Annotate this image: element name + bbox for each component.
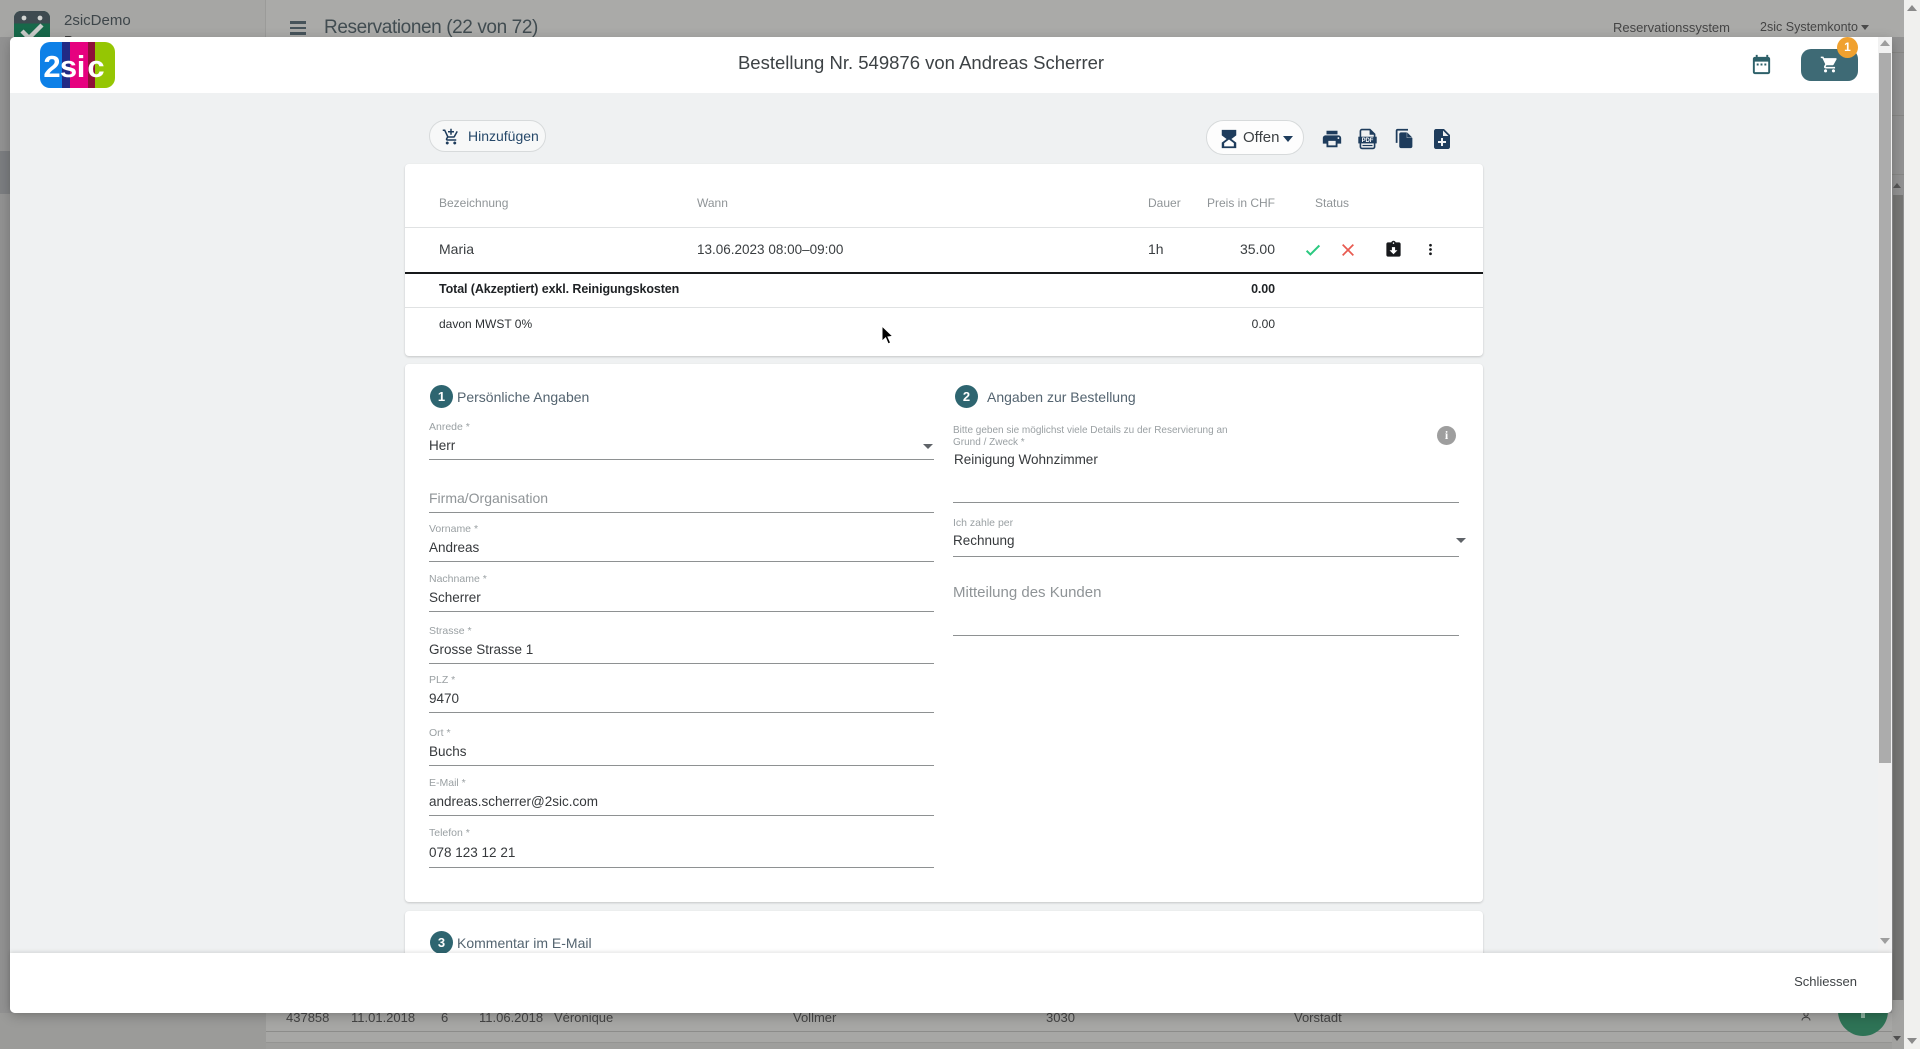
svg-text:PDF: PDF	[1362, 138, 1374, 144]
